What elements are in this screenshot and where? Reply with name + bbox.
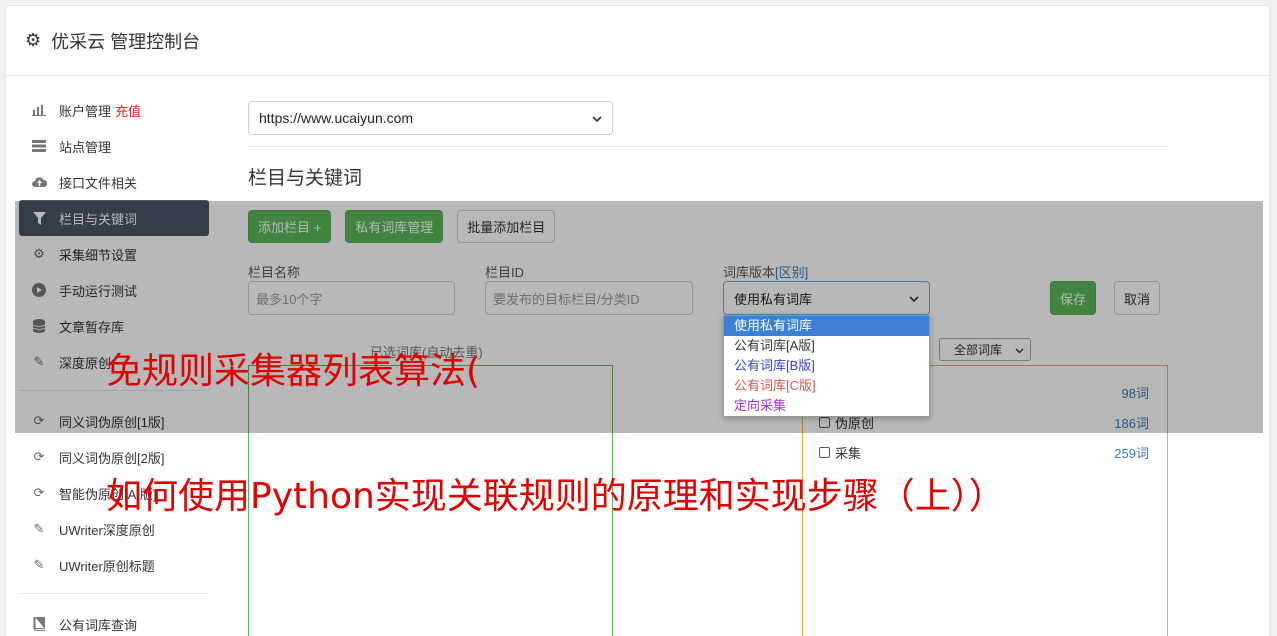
sidebar-item-label: 站点管理 — [59, 139, 112, 155]
lib-name: 采集 — [835, 445, 862, 461]
recharge-link[interactable]: 充值 — [115, 101, 141, 120]
bar-chart-icon — [31, 103, 47, 117]
edit-icon: ✎ — [33, 521, 45, 536]
caption-line-1: 免规则采集器列表算法( — [106, 351, 481, 392]
main-content: https://www.ucaiyun.com 栏目与关键词 添加栏目 + 私有… — [248, 101, 1170, 636]
dropdown-option[interactable]: 公有词库[B版] — [724, 356, 929, 376]
section-title: 栏目与关键词 — [248, 168, 363, 189]
dropdown-option[interactable]: 定向采集 — [724, 396, 929, 416]
divider — [248, 146, 1168, 147]
edit-icon: ✎ — [33, 557, 45, 572]
sidebar-item-account[interactable]: 账户管理 充值 — [19, 92, 209, 128]
sidebar-item-uwriter-title[interactable]: ✎ UWriter原创标题 — [19, 547, 209, 583]
refresh-icon: ⟳ — [33, 449, 45, 464]
sidebar-item-label: 接口文件相关 — [59, 175, 138, 191]
site-select-value: https://www.ucaiyun.com — [259, 110, 414, 126]
cloud-upload-icon — [31, 175, 47, 189]
chevron-down-icon — [592, 110, 602, 126]
sidebar-item-sites[interactable]: 站点管理 — [19, 128, 209, 164]
gear-icon: ⚙ — [25, 30, 42, 50]
refresh-icon: ⟳ — [33, 485, 45, 500]
sidebar-item-label: UWriter深度原创 — [59, 522, 155, 538]
dropdown-option[interactable]: 公有词库[C版] — [724, 376, 929, 396]
header: ⚙ 优采云 管理控制台 — [6, 6, 1269, 76]
sidebar-item-label: UWriter原创标题 — [59, 558, 155, 574]
checkbox[interactable] — [819, 446, 830, 458]
overlay-band — [15, 201, 1263, 433]
dropdown-option[interactable]: 使用私有词库 — [724, 316, 929, 336]
dropdown-option[interactable]: 公有词库[A版] — [724, 336, 929, 356]
book-icon — [31, 617, 47, 631]
sidebar-item-label: 账户管理 — [59, 103, 112, 119]
page-title: 优采云 管理控制台 — [51, 31, 201, 52]
site-select[interactable]: https://www.ucaiyun.com — [248, 101, 613, 135]
caption-line-2: 如何使用Python实现关联规则的原理和实现步骤（上）） — [106, 476, 1005, 517]
server-icon — [31, 139, 47, 153]
sidebar-item-label: 同义词伪原创[2版] — [59, 450, 165, 466]
sidebar-divider — [19, 593, 209, 594]
lib-row[interactable]: 采集 259词 — [819, 442, 1149, 462]
lib-count: 259词 — [1114, 445, 1149, 461]
sidebar-item-label: 公有词库查询 — [59, 617, 138, 633]
sidebar-item-public-lib[interactable]: 公有词库查询 — [19, 606, 209, 636]
sidebar-item-interface[interactable]: 接口文件相关 — [19, 164, 209, 200]
lib-version-dropdown: 使用私有词库 公有词库[A版] 公有词库[B版] 公有词库[C版] 定向采集 — [723, 315, 930, 417]
